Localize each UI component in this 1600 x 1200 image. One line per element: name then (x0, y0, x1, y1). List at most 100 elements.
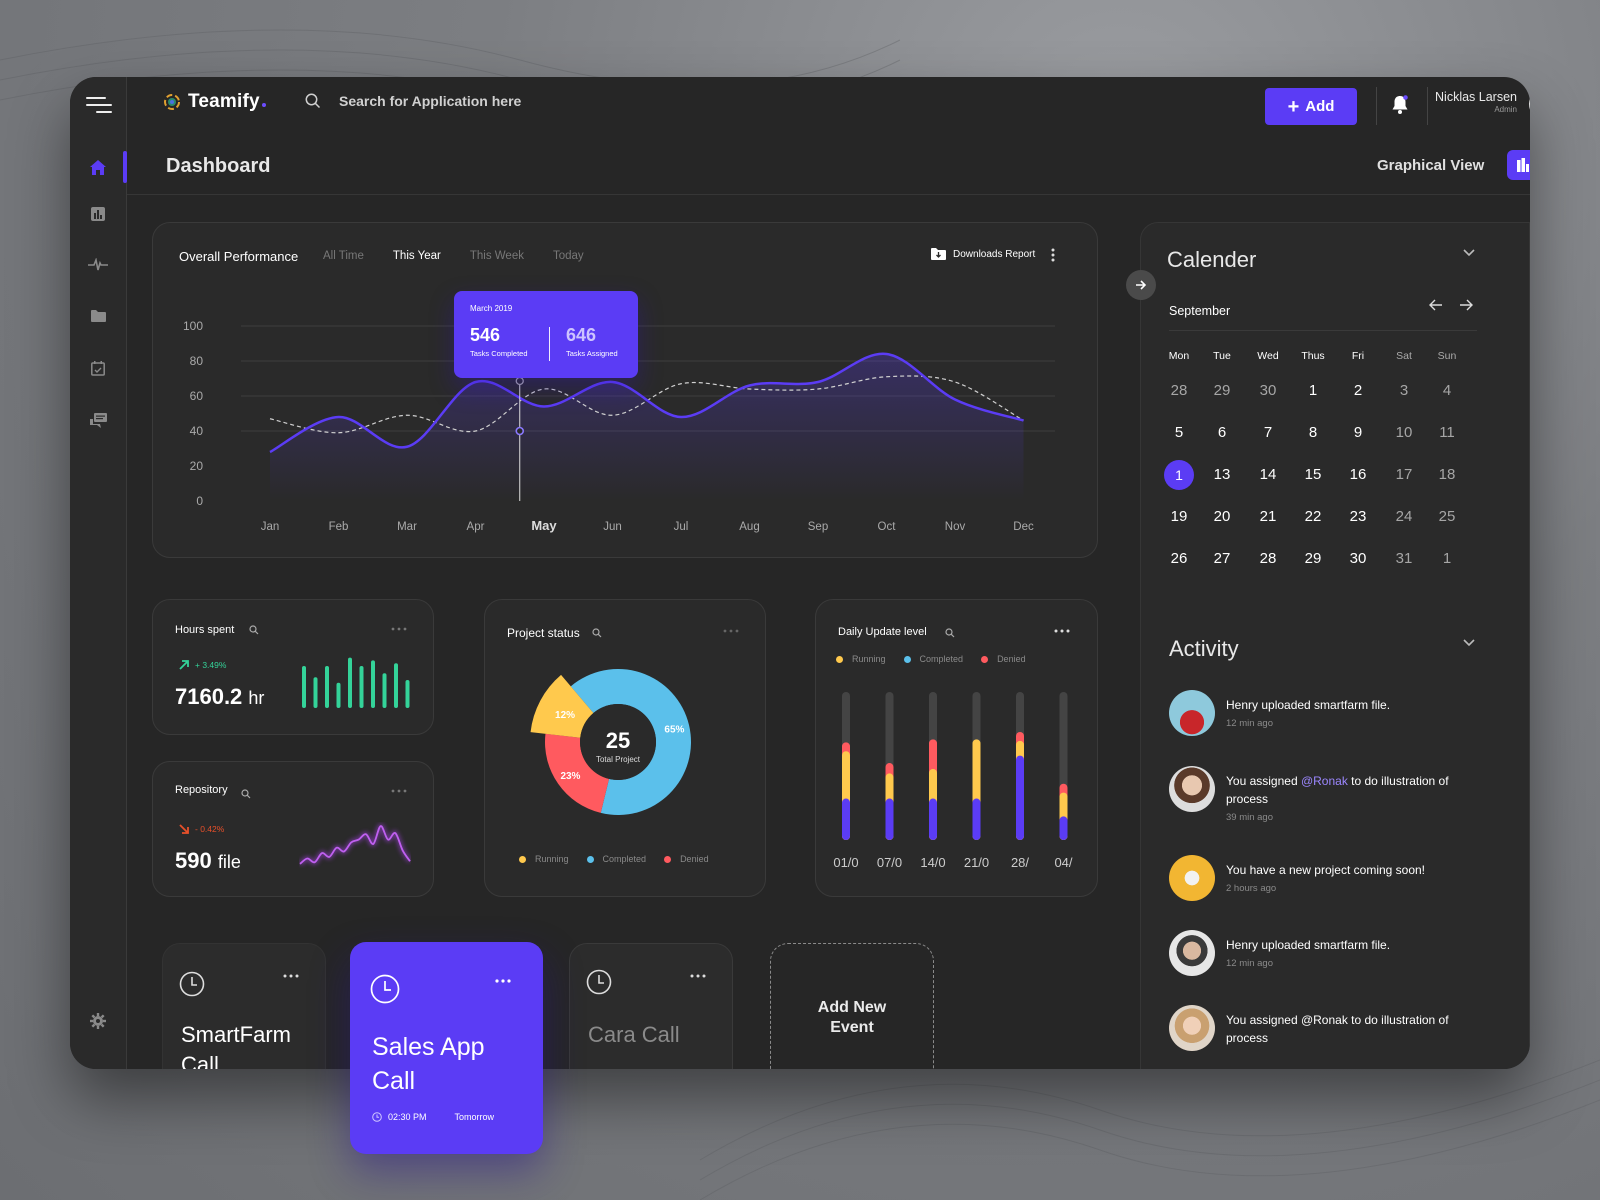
calendar-day[interactable]: 1 (1296, 374, 1330, 408)
calendar-day[interactable]: 30 (1341, 542, 1375, 576)
add-new-event-button[interactable]: Add New Event (770, 943, 934, 1069)
chevron-down-icon[interactable] (1463, 639, 1475, 647)
next-month-button[interactable] (1459, 299, 1473, 311)
event-card-smartfarm[interactable]: SmartFarm Call (162, 943, 326, 1069)
chat-icon (89, 412, 107, 428)
search-icon[interactable] (945, 628, 955, 638)
sidebar-item-activity[interactable] (87, 254, 109, 276)
calendar-day[interactable]: 30 (1251, 374, 1285, 408)
calendar-day[interactable]: 19 (1162, 500, 1196, 534)
calendar-day[interactable]: 4 (1430, 374, 1464, 408)
calendar-day[interactable]: 6 (1205, 416, 1239, 450)
repository-change: - 0.42% (195, 824, 225, 834)
search-icon[interactable] (249, 625, 259, 635)
y-tick-label: 40 (190, 424, 204, 438)
hours-unit: hr (248, 688, 265, 708)
download-report-button[interactable]: Downloads Report (931, 248, 1035, 260)
search-icon[interactable] (241, 789, 251, 799)
app-logo[interactable]: Teamify (164, 91, 266, 113)
hamburger-menu-button[interactable] (86, 97, 112, 115)
search-input[interactable] (339, 93, 599, 109)
calendar-day[interactable]: 15 (1296, 458, 1330, 492)
event-card-cara[interactable]: Cara Call (569, 943, 733, 1069)
calendar-day[interactable]: 7 (1251, 416, 1285, 450)
daily-bar-base (972, 798, 981, 840)
calendar-day[interactable]: 28 (1251, 542, 1285, 576)
calendar-day[interactable]: 25 (1430, 500, 1464, 534)
calendar-day[interactable]: 5 (1162, 416, 1196, 450)
calendar-day[interactable]: 26 (1162, 542, 1196, 576)
arrow-down-right-icon (179, 824, 189, 834)
previous-month-button[interactable] (1429, 299, 1443, 311)
calendar-day[interactable]: 16 (1341, 458, 1375, 492)
tab-today[interactable]: Today (553, 250, 584, 262)
sidebar-item-files[interactable] (87, 305, 109, 327)
calendar-day[interactable]: 23 (1341, 500, 1375, 534)
performance-chart: 0 20 40 60 80 100 Jan Feb Mar Apr May Jun Jul Aug Sep O… (183, 319, 1055, 533)
hours-bar (405, 680, 410, 708)
avatar (1169, 855, 1215, 901)
donut-slice-label: 65% (664, 725, 684, 736)
project-status-donut: 65% 23% 12% 25 Total Project (530, 669, 691, 815)
calendar-day[interactable]: 11 (1430, 416, 1464, 450)
event-card-sales-app[interactable]: Sales App Call 02:30 PM Tomorrow (350, 942, 543, 1154)
more-horizontal-icon[interactable] (391, 627, 407, 631)
notifications-button[interactable] (1391, 95, 1409, 120)
calendar-day[interactable]: 29 (1205, 374, 1239, 408)
more-horizontal-icon[interactable] (391, 789, 407, 793)
calendar-day[interactable]: 1 (1430, 542, 1464, 576)
calendar-month: September (1169, 304, 1231, 318)
calendar-day[interactable]: 27 (1205, 542, 1239, 576)
tooltip-date: March 2019 (470, 304, 513, 313)
hours-bar (348, 657, 352, 708)
sidebar-item-messages[interactable] (87, 409, 109, 431)
more-horizontal-icon[interactable] (690, 974, 706, 978)
sidebar-item-settings[interactable] (87, 1010, 109, 1032)
search-icon[interactable] (592, 628, 602, 638)
activity-time: 39 min ago (1226, 812, 1274, 823)
chevron-down-icon[interactable] (1463, 249, 1475, 257)
calendar-day[interactable]: 14 (1251, 458, 1285, 492)
user-avatar[interactable] (1529, 88, 1530, 120)
tab-this-week[interactable]: This Week (470, 250, 524, 262)
hours-bar (359, 666, 364, 708)
user-mention-link[interactable]: @Ronak (1301, 774, 1348, 788)
x-tick-label: Oct (878, 521, 897, 533)
search-icon[interactable] (305, 93, 321, 109)
calendar-day[interactable]: 17 (1387, 458, 1421, 492)
calendar-day[interactable]: 18 (1430, 458, 1464, 492)
more-horizontal-icon[interactable] (283, 974, 299, 978)
calendar-day[interactable]: 2 (1341, 374, 1375, 408)
sidebar-item-home[interactable] (87, 156, 109, 178)
more-horizontal-icon[interactable] (495, 979, 511, 983)
calendar-day[interactable]: 28 (1162, 374, 1196, 408)
add-button[interactable]: + Add (1265, 88, 1357, 125)
calendar-day[interactable]: 10 (1387, 416, 1421, 450)
calendar-day[interactable]: 3 (1387, 374, 1421, 408)
calendar-day[interactable]: 8 (1296, 416, 1330, 450)
sidebar-item-calendar[interactable] (87, 357, 109, 379)
daily-update-chart: 01/0 07/0 14/0 21/0 28/04/ (833, 692, 1073, 870)
user-info[interactable]: Nicklas Larsen Admin (1433, 90, 1517, 114)
calendar-day[interactable]: 22 (1296, 500, 1330, 534)
more-horizontal-icon[interactable] (1054, 629, 1070, 633)
graphical-view-button[interactable] (1507, 150, 1530, 180)
event-title: Cara Call (588, 1022, 680, 1047)
activity-message: You assigned @Ronak to do illustration o… (1226, 1013, 1449, 1045)
calendar-day[interactable]: 24 (1387, 500, 1421, 534)
calendar-day[interactable]: 31 (1387, 542, 1421, 576)
legend-label: Completed (602, 854, 647, 864)
tab-this-year[interactable]: This Year (393, 250, 441, 262)
tab-all-time[interactable]: All Time (323, 250, 364, 262)
calendar-day[interactable]: 20 (1205, 500, 1239, 534)
calendar-day[interactable]: 9 (1341, 416, 1375, 450)
calendar-day[interactable]: 29 (1296, 542, 1330, 576)
collapse-panel-button[interactable] (1126, 270, 1156, 300)
calendar-day[interactable]: 21 (1251, 500, 1285, 534)
calendar-day[interactable]: 13 (1205, 458, 1239, 492)
sidebar-item-reports[interactable] (87, 203, 109, 225)
more-horizontal-icon[interactable] (723, 629, 739, 633)
performance-more-button[interactable] (1051, 248, 1055, 267)
calendar-day[interactable]: 1 (1164, 460, 1194, 490)
daily-legend: Running Completed Denied (836, 654, 1026, 664)
